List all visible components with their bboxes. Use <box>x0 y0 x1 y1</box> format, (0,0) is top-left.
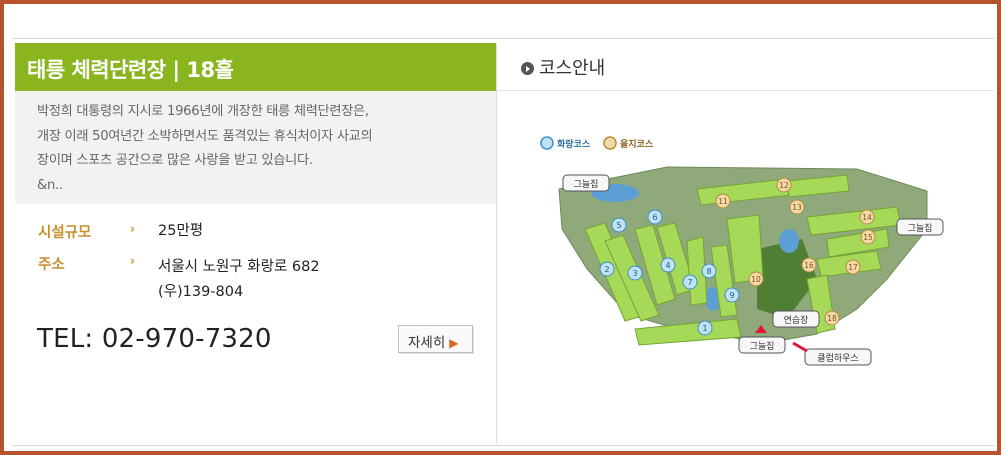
golf-info-panel: 태릉 체력단련장 | 18홀 박정희 대통령의 지시로 1966년에 개장한 태… <box>15 43 496 443</box>
svg-text:12: 12 <box>779 181 789 190</box>
widget-frame: 태릉 체력단련장 | 18홀 박정희 대통령의 지시로 1966년에 개장한 태… <box>0 0 1001 455</box>
course-guide-header: 코스안내 <box>497 43 994 91</box>
svg-text:4: 4 <box>665 261 670 270</box>
play-bullet-icon <box>521 62 534 75</box>
description-line: 박정희 대통령의 지시로 1966년에 개장한 태릉 체력단련장은, <box>37 104 369 119</box>
hole-marker: 5 <box>611 217 627 233</box>
svg-text:2: 2 <box>604 265 609 274</box>
eulji-legend-icon <box>603 136 617 150</box>
detail-button-label: 자세히 <box>408 335 446 351</box>
hole-marker: 18 <box>824 310 840 326</box>
hole-marker: 8 <box>701 263 717 279</box>
hole-marker: 13 <box>789 199 805 215</box>
course-map: 화랑코스 을지코스 1 2 3 4 5 6 7 8 9 10 11 12 13 … <box>540 136 944 366</box>
legend-eulji: 을지코스 <box>620 138 654 150</box>
hole-marker: 15 <box>860 229 876 245</box>
hole-marker: 9 <box>724 287 740 303</box>
svg-text:7: 7 <box>687 278 692 287</box>
course-guide-title: 코스안내 <box>539 58 606 79</box>
legend-hwarang: 화랑코스 <box>557 138 591 150</box>
content-area: 태릉 체력단련장 | 18홀 박정희 대통령의 지시로 1966년에 개장한 태… <box>12 38 994 446</box>
phone-number: TEL: 02-970-7320 <box>37 324 272 354</box>
address-line-1: 서울시 노원구 화랑로 682 <box>158 259 320 275</box>
shade-house-label: 그늘집 <box>574 178 599 190</box>
svg-text:3: 3 <box>632 269 637 278</box>
svg-text:15: 15 <box>863 233 873 242</box>
svg-text:18: 18 <box>827 314 837 323</box>
svg-text:6: 6 <box>652 213 657 222</box>
svg-text:13: 13 <box>792 203 802 212</box>
hole-marker: 12 <box>776 177 792 193</box>
course-description: 박정희 대통령의 지시로 1966년에 개장한 태릉 체력단련장은, 개장 이래… <box>15 91 496 204</box>
svg-text:14: 14 <box>862 213 872 222</box>
chevron-right-icon: ▶ <box>449 336 459 350</box>
course-guide-panel: 코스안내 화랑코스 을지코스 1 2 3 4 5 6 7 8 9 10 11 1… <box>497 43 994 443</box>
description-line: 개장 이래 50여년간 소박하면서도 품격있는 휴식처이자 사교의 <box>37 128 373 144</box>
chevron-right-icon: › <box>130 222 135 236</box>
description-line: 장이며 스포츠 공간으로 많은 사랑을 받고 있습니다. <box>37 153 313 168</box>
svg-text:1: 1 <box>702 324 707 333</box>
hole-marker: 6 <box>647 209 663 225</box>
map-legend: 화랑코스 을지코스 <box>540 136 654 150</box>
description-line: &n.. <box>37 177 63 193</box>
svg-text:16: 16 <box>804 261 814 270</box>
chevron-right-icon: › <box>130 254 135 268</box>
svg-text:11: 11 <box>718 197 728 206</box>
hole-marker: 4 <box>660 257 676 273</box>
practice-range-label: 연습장 <box>784 315 809 326</box>
hole-marker: 7 <box>682 274 698 290</box>
hole-marker: 14 <box>859 209 875 225</box>
hwarang-legend-icon <box>540 136 554 150</box>
shade-house-label: 그늘집 <box>908 222 933 234</box>
shade-house-label: 그늘집 <box>750 340 775 352</box>
svg-text:10: 10 <box>751 275 761 284</box>
hole-marker: 2 <box>599 261 615 277</box>
hole-marker: 16 <box>801 257 817 273</box>
facility-label: 시설규모 <box>38 225 92 241</box>
clubhouse-pointer-icon <box>792 341 808 353</box>
course-title: 태릉 체력단련장 | 18홀 <box>15 43 496 91</box>
hole-marker: 10 <box>748 271 764 287</box>
pond <box>779 229 799 253</box>
hole-marker: 1 <box>697 320 713 336</box>
detail-button[interactable]: 자세히 ▶ <box>398 325 473 353</box>
svg-text:5: 5 <box>616 221 621 230</box>
address-line-2: (우)139-804 <box>158 284 244 300</box>
svg-text:17: 17 <box>848 263 858 272</box>
clubhouse-label: 클럽하우스 <box>817 353 858 364</box>
hole-marker: 11 <box>715 193 731 209</box>
svg-text:9: 9 <box>729 291 734 300</box>
address-label: 주소 <box>38 257 65 273</box>
hole-marker: 17 <box>845 259 861 275</box>
hole-marker: 3 <box>627 265 643 281</box>
svg-text:8: 8 <box>706 267 711 276</box>
facility-value: 25만평 <box>158 223 204 239</box>
